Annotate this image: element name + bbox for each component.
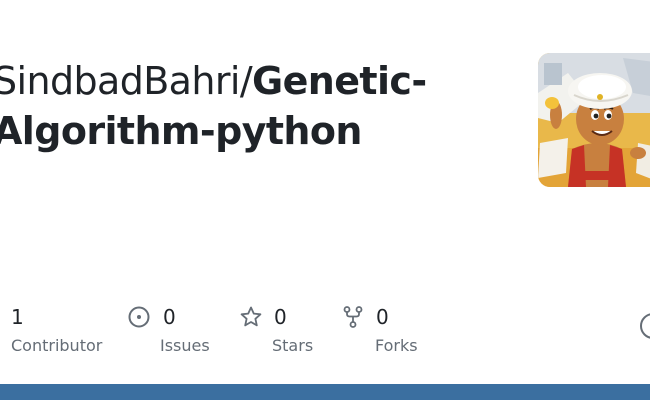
- repo-title: SindbadBahri/Genetic- Algorithm-python: [0, 56, 473, 156]
- owner-avatar-image: [538, 53, 650, 187]
- forks-count: 0: [376, 305, 389, 329]
- issues-count: 0: [163, 305, 176, 329]
- repo-forked-icon: [341, 305, 365, 329]
- github-logo-icon: [640, 313, 650, 339]
- stat-forks[interactable]: 0 Forks: [341, 304, 418, 356]
- forks-label: Forks: [375, 336, 418, 355]
- repo-separator: /: [239, 59, 253, 103]
- contributors-label: Contributor: [11, 336, 103, 355]
- repo-name-part-2: Algorithm-python: [0, 109, 362, 153]
- stat-contributors[interactable]: 1 Contributor: [11, 304, 102, 356]
- stars-label: Stars: [272, 336, 314, 355]
- repo-owner: SindbadBahri: [0, 59, 240, 103]
- contributors-count: 1: [11, 305, 24, 329]
- bottom-accent-bar: [0, 384, 650, 400]
- issue-opened-icon: [128, 305, 152, 329]
- repo-name-part-1: Genetic-: [252, 59, 427, 103]
- stars-count: 0: [274, 305, 287, 329]
- star-icon: [239, 305, 263, 329]
- issues-label: Issues: [160, 336, 210, 355]
- stat-stars[interactable]: 0 Stars: [239, 304, 313, 356]
- stat-issues[interactable]: 0 Issues: [128, 304, 210, 356]
- owner-avatar: [538, 53, 650, 187]
